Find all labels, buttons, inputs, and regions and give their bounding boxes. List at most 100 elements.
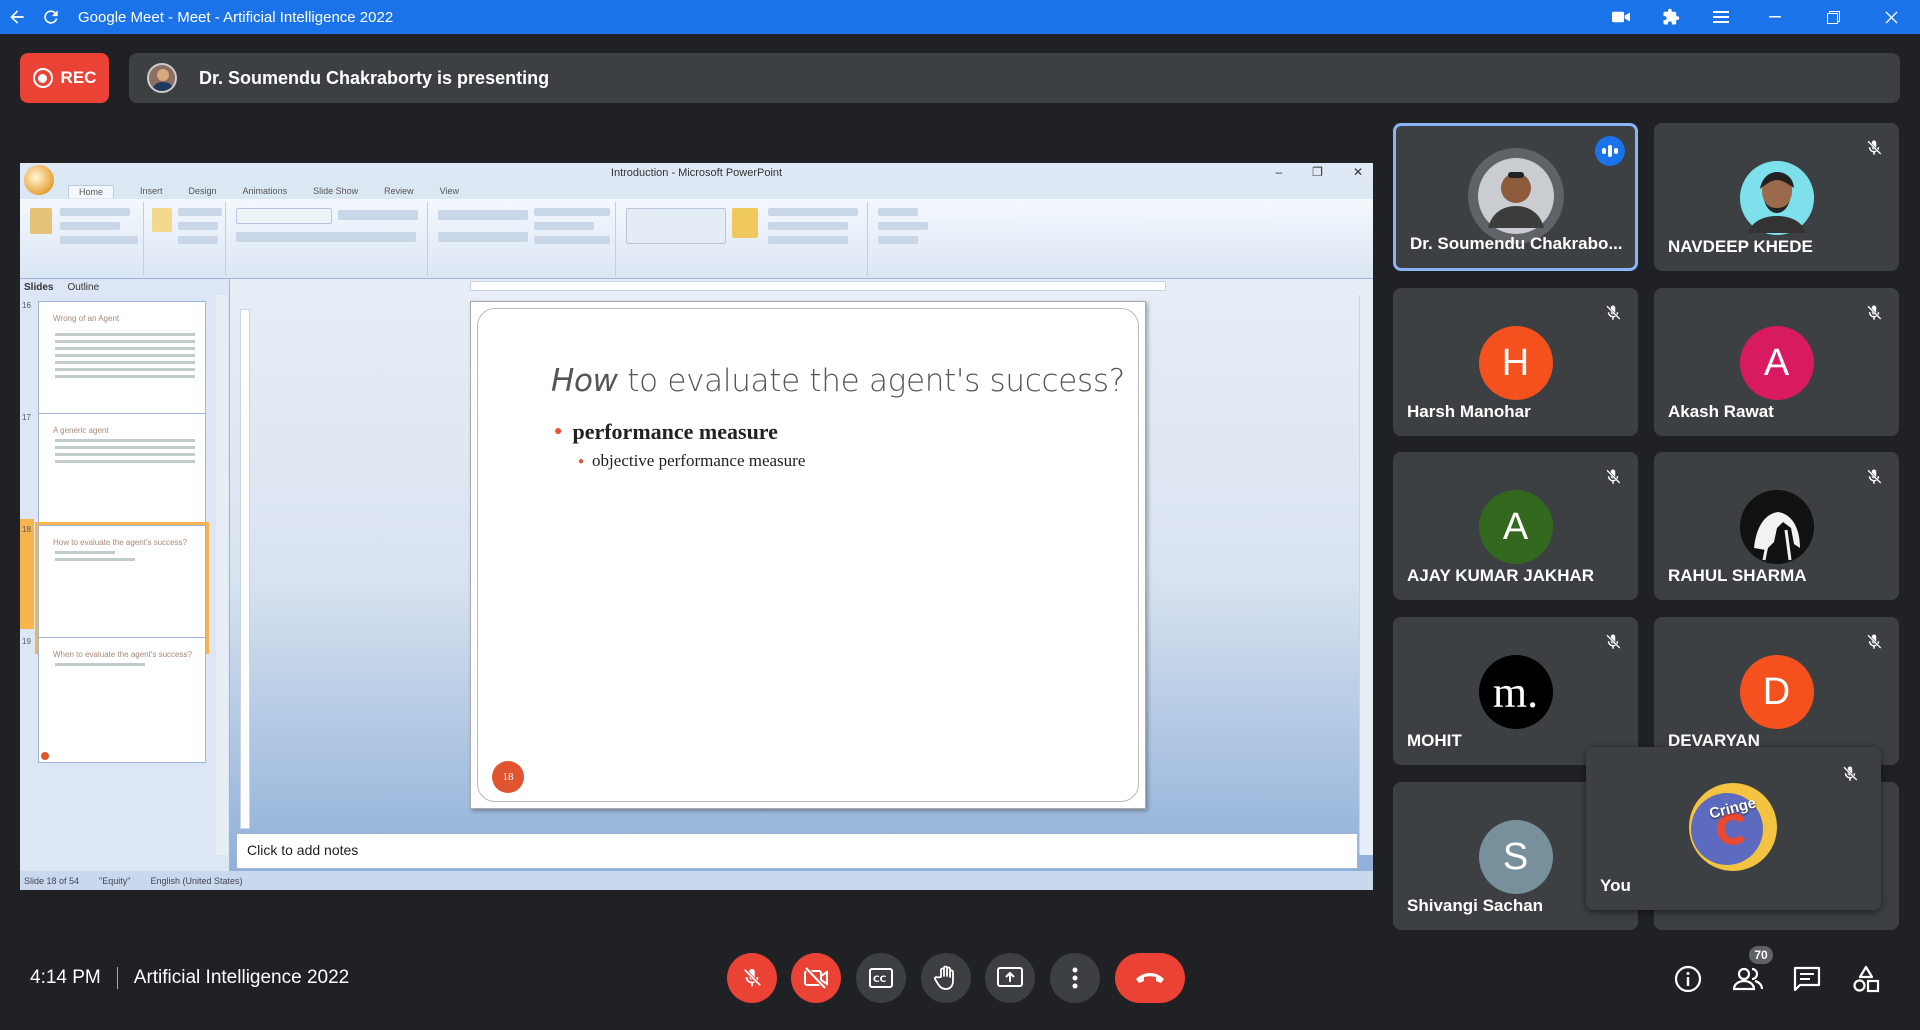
info-icon xyxy=(1674,965,1702,993)
participant-name: Dr. Soumendu Chakrabo... xyxy=(1410,234,1623,253)
mic-muted-icon xyxy=(1861,300,1887,326)
meeting-info: 4:14 PM Artificial Intelligence 2022 xyxy=(30,967,349,989)
thumb-title: Wrong of an Agent xyxy=(53,314,120,323)
presenting-text: Dr. Soumendu Chakraborty is presenting xyxy=(199,67,550,88)
ppt-tab-home: Home xyxy=(68,184,115,198)
meeting-details-button[interactable] xyxy=(1671,962,1705,996)
camera-indicator-icon[interactable] xyxy=(1596,0,1646,34)
mic-muted-icon xyxy=(1600,300,1626,326)
participant-tile[interactable]: m. MOHIT xyxy=(1393,617,1638,765)
ppt-window-controls: – ❐ ✕ xyxy=(1275,165,1363,179)
reload-icon[interactable] xyxy=(34,0,68,34)
close-window-button[interactable] xyxy=(1862,0,1920,34)
slide-thumbnail: Wrong of an Agent xyxy=(38,301,206,427)
slides-panel-scrollbar xyxy=(216,295,228,855)
activities-button[interactable] xyxy=(1849,962,1883,996)
slide-thumbnail: When to evaluate the agent's success? xyxy=(38,637,206,763)
menu-icon[interactable] xyxy=(1696,0,1746,34)
participant-avatar-initial: A xyxy=(1478,490,1553,564)
people-count-badge: 70 xyxy=(1747,944,1775,966)
self-avatar-cringe: Cringe xyxy=(1687,781,1779,873)
current-time: 4:14 PM xyxy=(30,967,101,988)
thumb-number: 16 xyxy=(22,301,31,310)
ribbon-group-paragraph xyxy=(430,202,616,276)
participant-avatar-photo xyxy=(1739,490,1814,564)
ppt-tab-view: View xyxy=(439,186,459,196)
people-icon xyxy=(1733,967,1763,991)
ppt-restore-icon: ❐ xyxy=(1312,165,1323,179)
mic-toggle-button[interactable] xyxy=(727,953,777,1003)
participant-tile[interactable]: NAVDEEP KHEDE xyxy=(1654,123,1899,271)
ppt-close-icon: ✕ xyxy=(1352,165,1363,179)
participant-name: Akash Rawat xyxy=(1668,402,1774,421)
ribbon-group-slides xyxy=(146,202,226,276)
chat-button[interactable] xyxy=(1790,962,1824,996)
participant-tile[interactable]: A Akash Rawat xyxy=(1654,288,1899,436)
raise-hand-button[interactable] xyxy=(921,953,971,1003)
present-screen-button[interactable] xyxy=(985,953,1035,1003)
slide-bullet-1: ● performance measure xyxy=(554,419,778,445)
outline-tab: Outline xyxy=(67,281,100,293)
ppt-workspace: Slides Outline 16 Wrong of an Agent 17 A… xyxy=(20,279,1373,871)
participant-avatar-initial: A xyxy=(1739,326,1814,400)
mic-muted-icon xyxy=(1600,464,1626,490)
ppt-tab-insert: Insert xyxy=(140,186,163,196)
participant-name: Harsh Manohar xyxy=(1407,402,1531,421)
ppt-tab-review: Review xyxy=(384,186,414,196)
leave-call-button[interactable] xyxy=(1115,953,1185,1003)
selected-slide-marker xyxy=(20,519,34,629)
activities-icon xyxy=(1853,965,1880,993)
divider xyxy=(116,967,118,989)
back-arrow-icon[interactable] xyxy=(0,0,34,34)
participant-name: NAVDEEP KHEDE xyxy=(1668,237,1813,256)
horizontal-ruler xyxy=(470,281,1166,291)
ribbon-group-editing xyxy=(870,202,940,276)
participant-tile[interactable]: H Harsh Manohar xyxy=(1393,288,1638,436)
captions-button[interactable]: CC xyxy=(856,953,906,1003)
shared-screen: Introduction - Microsoft PowerPoint – ❐ ✕ … xyxy=(20,163,1373,890)
self-name: You xyxy=(1600,876,1631,895)
participant-tile[interactable]: D DEVARYAN xyxy=(1654,617,1899,765)
slide-frame: How to evaluate the agent's success? ● pe… xyxy=(477,308,1139,802)
current-slide: How to evaluate the agent's success? ● pe… xyxy=(470,301,1146,809)
participant-tile[interactable]: A AJAY KUMAR JAKHAR xyxy=(1393,452,1638,600)
ppt-tab-slideshow: Slide Show xyxy=(313,186,359,196)
hand-icon xyxy=(934,965,954,990)
mic-muted-icon xyxy=(1861,135,1887,161)
ppt-statusbar: Slide 18 of 54 "Equity" English (United … xyxy=(20,871,1373,890)
camera-off-icon xyxy=(804,967,828,989)
present-icon xyxy=(997,967,1023,987)
ribbon-group-font xyxy=(228,202,428,276)
extensions-puzzle-icon[interactable] xyxy=(1646,0,1696,34)
chat-icon xyxy=(1793,966,1821,992)
restore-button[interactable] xyxy=(1804,0,1862,34)
ppt-window-title: Introduction - Microsoft PowerPoint xyxy=(610,167,783,179)
mic-off-icon xyxy=(743,968,762,987)
mic-muted-icon xyxy=(1861,464,1887,490)
ppt-tab-design: Design xyxy=(188,186,217,196)
thumb-title: A generic agent xyxy=(53,426,109,435)
camera-toggle-button[interactable] xyxy=(791,953,841,1003)
participant-name: MOHIT xyxy=(1407,731,1462,750)
participant-tile[interactable]: RAHUL SHARMA xyxy=(1654,452,1899,600)
slides-panel-tabs: Slides Outline xyxy=(20,279,229,295)
thumb-title: When to evaluate the agent's success? xyxy=(53,650,192,659)
thumb-number: 19 xyxy=(22,637,31,646)
participant-tile-presenter[interactable]: Dr. Soumendu Chakrabo... xyxy=(1393,123,1638,271)
slides-panel: Slides Outline 16 Wrong of an Agent 17 A… xyxy=(20,279,230,871)
more-options-button[interactable] xyxy=(1050,953,1100,1003)
minimize-button[interactable] xyxy=(1746,0,1804,34)
ribbon-group-drawing xyxy=(618,202,868,276)
presenter-avatar xyxy=(147,63,177,93)
people-button[interactable] xyxy=(1731,962,1765,996)
participant-avatar-initial: H xyxy=(1478,326,1553,400)
participant-name: Shivangi Sachan xyxy=(1407,896,1544,915)
status-theme: "Equity" xyxy=(99,875,131,886)
office-button-icon xyxy=(24,165,54,195)
self-view-tile[interactable]: Cringe You xyxy=(1586,747,1881,910)
recording-badge[interactable]: REC xyxy=(20,53,109,103)
closed-captions-icon: CC xyxy=(869,968,893,988)
ppt-minimize-icon: – xyxy=(1275,165,1283,179)
thumb-number: 18 xyxy=(22,525,31,534)
participant-avatar-initial: m. xyxy=(1478,655,1553,729)
